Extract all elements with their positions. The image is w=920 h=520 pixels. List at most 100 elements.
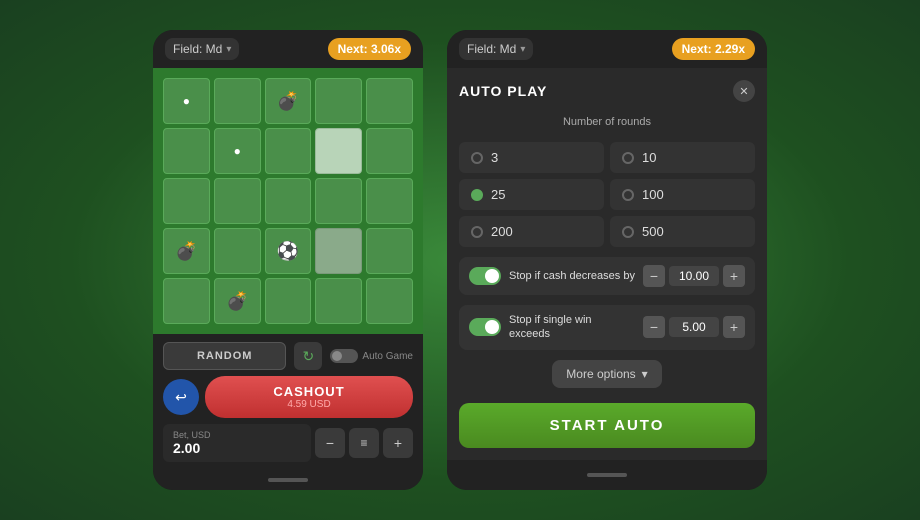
round-value-25: 25: [491, 187, 505, 202]
cell-2-4[interactable]: [366, 178, 413, 224]
bet-row: Bet, USD 2.00 − ≡ +: [163, 424, 413, 462]
bet-value: 2.00: [173, 440, 301, 456]
cell-1-4[interactable]: [366, 128, 413, 174]
round-value-10: 10: [642, 150, 656, 165]
option2-value-control: − 5.00 +: [643, 316, 745, 338]
option1-value: 10.00: [669, 266, 719, 286]
right-next-badge: Next: 2.29x: [672, 38, 755, 60]
right-bottom-indicator: [587, 473, 627, 477]
left-field-chevron: ▾: [226, 44, 231, 55]
more-options-button[interactable]: More options ▾: [552, 360, 661, 388]
option1-toggle[interactable]: [469, 267, 501, 285]
cell-1-3[interactable]: [315, 128, 362, 174]
back-button[interactable]: ↩: [163, 379, 199, 415]
cell-4-3[interactable]: [315, 278, 362, 324]
cell-4-0[interactable]: [163, 278, 210, 324]
cell-2-0[interactable]: [163, 178, 210, 224]
cell-0-0[interactable]: [163, 78, 210, 124]
cell-0-4[interactable]: [366, 78, 413, 124]
bet-label-area: Bet, USD 2.00: [163, 424, 311, 462]
panel-header: AUTO PLAY ✕: [459, 80, 755, 102]
round-option-3[interactable]: 3: [459, 142, 604, 173]
refresh-icon[interactable]: ↻: [294, 342, 322, 370]
right-field-selector[interactable]: Field: Md ▾: [459, 38, 533, 60]
left-bottom-indicator: [268, 478, 308, 482]
option1-value-control: − 10.00 +: [643, 265, 745, 287]
round-option-200[interactable]: 200: [459, 216, 604, 247]
left-game-area: 💣 💣 ⚽: [153, 68, 423, 334]
game-grid: 💣 💣 ⚽: [163, 78, 413, 324]
radio-25: [471, 189, 483, 201]
cashout-button[interactable]: CASHOUT 4.59 USD: [205, 376, 413, 418]
left-field-label: Field: Md: [173, 42, 222, 56]
option2-toggle[interactable]: [469, 318, 501, 336]
cell-1-2[interactable]: [265, 128, 312, 174]
left-bottom-controls: RANDOM ↻ Auto Game ↩ CASHOUT 4.59 USD Be…: [153, 334, 423, 470]
cashout-sub: 4.59 USD: [213, 399, 405, 410]
auto-game-label: Auto Game: [362, 351, 413, 362]
option1-increase[interactable]: +: [723, 265, 745, 287]
option2-increase[interactable]: +: [723, 316, 745, 338]
option1-decrease[interactable]: −: [643, 265, 665, 287]
option2-value: 5.00: [669, 317, 719, 337]
option-row-1: Stop if cash decreases by − 10.00 +: [459, 257, 755, 295]
round-value-200: 200: [491, 224, 513, 239]
round-value-100: 100: [642, 187, 664, 202]
cell-1-1[interactable]: [214, 128, 261, 174]
cell-4-4[interactable]: [366, 278, 413, 324]
cell-3-3[interactable]: [315, 228, 362, 274]
cell-3-0[interactable]: 💣: [163, 228, 210, 274]
option1-label: Stop if cash decreases by: [509, 269, 635, 283]
rounds-grid: 3 10 25 100 200: [459, 142, 755, 247]
option2-decrease[interactable]: −: [643, 316, 665, 338]
cell-2-1[interactable]: [214, 178, 261, 224]
bet-usd-label: Bet, USD: [173, 430, 301, 440]
rounds-section-label: Number of rounds: [459, 116, 755, 128]
cell-0-3[interactable]: [315, 78, 362, 124]
cell-3-2[interactable]: ⚽: [265, 228, 312, 274]
background: Field: Md ▾ Next: 3.06x 💣: [0, 0, 920, 520]
option2-label: Stop if single win exceeds: [509, 313, 635, 342]
right-top-bar: Field: Md ▾ Next: 2.29x: [447, 30, 767, 68]
left-phone: Field: Md ▾ Next: 3.06x 💣: [153, 30, 423, 490]
autoplay-panel: AUTO PLAY ✕ Number of rounds 3 10 25: [447, 68, 767, 460]
cell-4-1[interactable]: 💣: [214, 278, 261, 324]
cell-0-1[interactable]: [214, 78, 261, 124]
option-row-2: Stop if single win exceeds − 5.00 +: [459, 305, 755, 350]
auto-toggle-area: Auto Game: [330, 349, 413, 363]
more-options-label: More options: [566, 367, 635, 381]
right-field-chevron: ▾: [520, 44, 525, 55]
close-button[interactable]: ✕: [733, 80, 755, 102]
action-row: ↩ CASHOUT 4.59 USD: [163, 376, 413, 418]
start-auto-button[interactable]: START AUTO: [459, 403, 755, 448]
left-bottom-bar: [153, 470, 423, 490]
radio-100: [622, 189, 634, 201]
more-options-chevron: ▾: [642, 367, 648, 381]
round-option-10[interactable]: 10: [610, 142, 755, 173]
cell-2-3[interactable]: [315, 178, 362, 224]
radio-200: [471, 226, 483, 238]
round-value-3: 3: [491, 150, 498, 165]
cell-0-2[interactable]: 💣: [265, 78, 312, 124]
cell-3-4[interactable]: [366, 228, 413, 274]
cell-2-2[interactable]: [265, 178, 312, 224]
bet-increase-button[interactable]: +: [383, 428, 413, 458]
round-option-500[interactable]: 500: [610, 216, 755, 247]
cell-1-0[interactable]: [163, 128, 210, 174]
bet-decrease-button[interactable]: −: [315, 428, 345, 458]
cell-4-2[interactable]: [265, 278, 312, 324]
left-top-bar: Field: Md ▾ Next: 3.06x: [153, 30, 423, 68]
left-field-selector[interactable]: Field: Md ▾: [165, 38, 239, 60]
radio-3: [471, 152, 483, 164]
left-next-badge: Next: 3.06x: [328, 38, 411, 60]
cell-3-1[interactable]: [214, 228, 261, 274]
panel-title: AUTO PLAY: [459, 83, 547, 99]
auto-game-toggle[interactable]: [330, 349, 358, 363]
round-option-100[interactable]: 100: [610, 179, 755, 210]
round-option-25[interactable]: 25: [459, 179, 604, 210]
radio-10: [622, 152, 634, 164]
stack-button[interactable]: ≡: [349, 428, 379, 458]
controls-row-1: RANDOM ↻ Auto Game: [163, 342, 413, 370]
random-button[interactable]: RANDOM: [163, 342, 286, 370]
cashout-label: CASHOUT: [213, 384, 405, 399]
